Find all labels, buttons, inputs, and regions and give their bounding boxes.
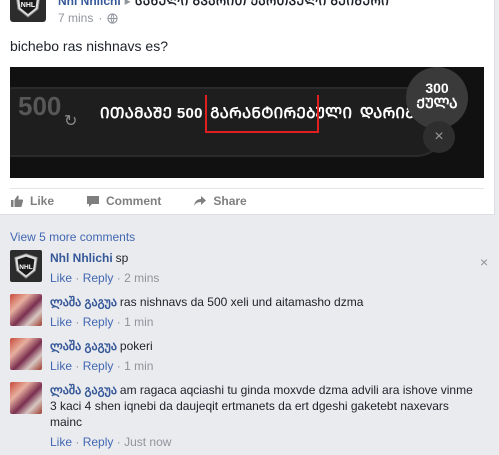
badge-word: ᲥᲣᲚᲐ xyxy=(416,95,458,111)
meta-separator: · xyxy=(75,435,80,449)
comment-timestamp[interactable]: Just now xyxy=(124,435,171,449)
like-button[interactable]: Like xyxy=(10,194,54,208)
comment-meta: Like · Reply · 2 mins xyxy=(50,270,480,286)
thumbs-up-icon xyxy=(11,195,24,207)
nhl-logo-icon: NHL xyxy=(14,253,38,279)
post-author-name[interactable]: Nhl Nhlichi xyxy=(58,0,121,8)
post-author-avatar[interactable]: NHL xyxy=(10,0,46,22)
action-divider xyxy=(10,188,484,189)
comment-body: ლაშა გაგუა ras nishnavs da 500 xeli und a… xyxy=(50,294,480,330)
post-text: bichebo ras nishnavs es? xyxy=(10,38,168,54)
post-image[interactable]: 500 ↻ ᲘᲗᲐᲛᲐᲨᲔ 500 ᲒᲐᲠᲐᲜᲢᲘᲠᲔᲑᲣᲚᲘ ᲓᲐᲠᲘᲒᲔᲑᲐ… xyxy=(10,67,484,178)
comment-label: Comment xyxy=(106,194,162,208)
comment-body: ლაშა გაგუა am ragaca aqciashi tu ginda mo… xyxy=(50,382,480,450)
comment-text: sp xyxy=(115,251,129,265)
commenter-name[interactable]: ლაშა გაგუა xyxy=(50,295,117,309)
nhl-logo-icon: NHL xyxy=(16,0,40,18)
meta-separator: · xyxy=(75,315,80,329)
commenter-avatar[interactable] xyxy=(10,338,42,370)
comment-button[interactable]: Comment xyxy=(86,194,161,208)
meta-separator: · xyxy=(75,271,80,285)
globe-icon xyxy=(107,12,118,24)
comment-like-link[interactable]: Like xyxy=(50,271,72,285)
commenter-avatar[interactable] xyxy=(10,294,42,326)
comment-reply-link[interactable]: Reply xyxy=(83,359,114,373)
comment-reply-link[interactable]: Reply xyxy=(83,315,114,329)
share-arrow-icon xyxy=(194,196,207,206)
commenter-avatar[interactable]: NHL xyxy=(10,250,42,282)
share-button[interactable]: Share xyxy=(193,194,247,208)
badge-number: 300 xyxy=(425,80,449,96)
comment-text: ras nishnavs da 500 xeli und aitamasho d… xyxy=(119,295,364,309)
image-left-number: 500 xyxy=(18,91,62,121)
comment-meta: Like · Reply · 1 min xyxy=(50,358,480,374)
post-card: NHL Nhl Nhlichi ▸ ᲡᲐᲮᲔᲚᲘ ᲒᲕᲐᲠᲘᲗ ᲥᲐᲠᲗᲕᲔᲚᲘ Გ… xyxy=(0,0,495,215)
share-label: Share xyxy=(213,194,247,208)
meta-separator: · xyxy=(116,315,121,329)
svg-text:NHL: NHL xyxy=(19,264,32,271)
close-icon[interactable]: × xyxy=(480,254,488,270)
comment-timestamp[interactable]: 1 min xyxy=(124,359,153,373)
view-more-comments-link[interactable]: View 5 more comments xyxy=(10,230,135,244)
post-actions: Like Comment Share xyxy=(10,194,279,208)
post-target-group[interactable]: ᲡᲐᲮᲔᲚᲘ ᲒᲕᲐᲠᲘᲗ ᲥᲐᲠᲗᲕᲔᲚᲘ ᲒᲔᲘᲛᲔᲠᲘ xyxy=(135,0,390,8)
meta-separator: · xyxy=(116,359,121,373)
commenter-name[interactable]: Nhl Nhlichi xyxy=(50,251,113,265)
meta-separator: · xyxy=(116,435,121,449)
comment-meta: Like · Reply · Just now xyxy=(50,434,480,450)
commenter-name[interactable]: ლაშა გაგუა xyxy=(50,339,117,353)
like-label: Like xyxy=(30,194,55,208)
comment-timestamp[interactable]: 2 mins xyxy=(124,271,159,285)
refresh-icon: ↻ xyxy=(64,113,78,130)
comment-reply-link[interactable]: Reply xyxy=(83,271,114,285)
speech-bubble-icon xyxy=(87,195,100,207)
commenter-name[interactable]: ლაშა გაგუა xyxy=(50,383,117,397)
red-highlight-box xyxy=(205,95,319,133)
comment-body: ლაშა გაგუა pokeri Like · Reply · 1 min xyxy=(50,338,480,374)
comment-like-link[interactable]: Like xyxy=(50,315,72,329)
comment-reply-link[interactable]: Reply xyxy=(83,435,114,449)
comment-body: Nhl Nhlichi sp Like · Reply · 2 mins xyxy=(50,250,480,286)
arrow-right-icon: ▸ xyxy=(124,0,131,8)
post-header: Nhl Nhlichi ▸ ᲡᲐᲮᲔᲚᲘ ᲒᲕᲐᲠᲘᲗ ᲥᲐᲠᲗᲕᲔᲚᲘ ᲒᲔᲘᲛᲔ… xyxy=(58,0,389,9)
meta-separator: · xyxy=(75,359,80,373)
meta-separator: · xyxy=(98,11,103,25)
commenter-avatar[interactable] xyxy=(10,382,42,414)
meta-separator: · xyxy=(116,271,121,285)
comment-meta: Like · Reply · 1 min xyxy=(50,314,480,330)
comment-like-link[interactable]: Like xyxy=(50,359,72,373)
post-meta: 7 mins · xyxy=(58,11,118,25)
comment-text: pokeri xyxy=(119,339,153,353)
image-close-icon: × xyxy=(423,121,455,153)
post-timestamp[interactable]: 7 mins xyxy=(58,11,93,25)
prize-prefix: ᲘᲗᲐᲛᲐᲨᲔ 500 xyxy=(100,105,208,122)
comment-like-link[interactable]: Like xyxy=(50,435,72,449)
image-badge: 300 ᲥᲣᲚᲐ xyxy=(406,67,468,129)
comment-timestamp[interactable]: 1 min xyxy=(124,315,153,329)
svg-text:NHL: NHL xyxy=(21,2,36,9)
